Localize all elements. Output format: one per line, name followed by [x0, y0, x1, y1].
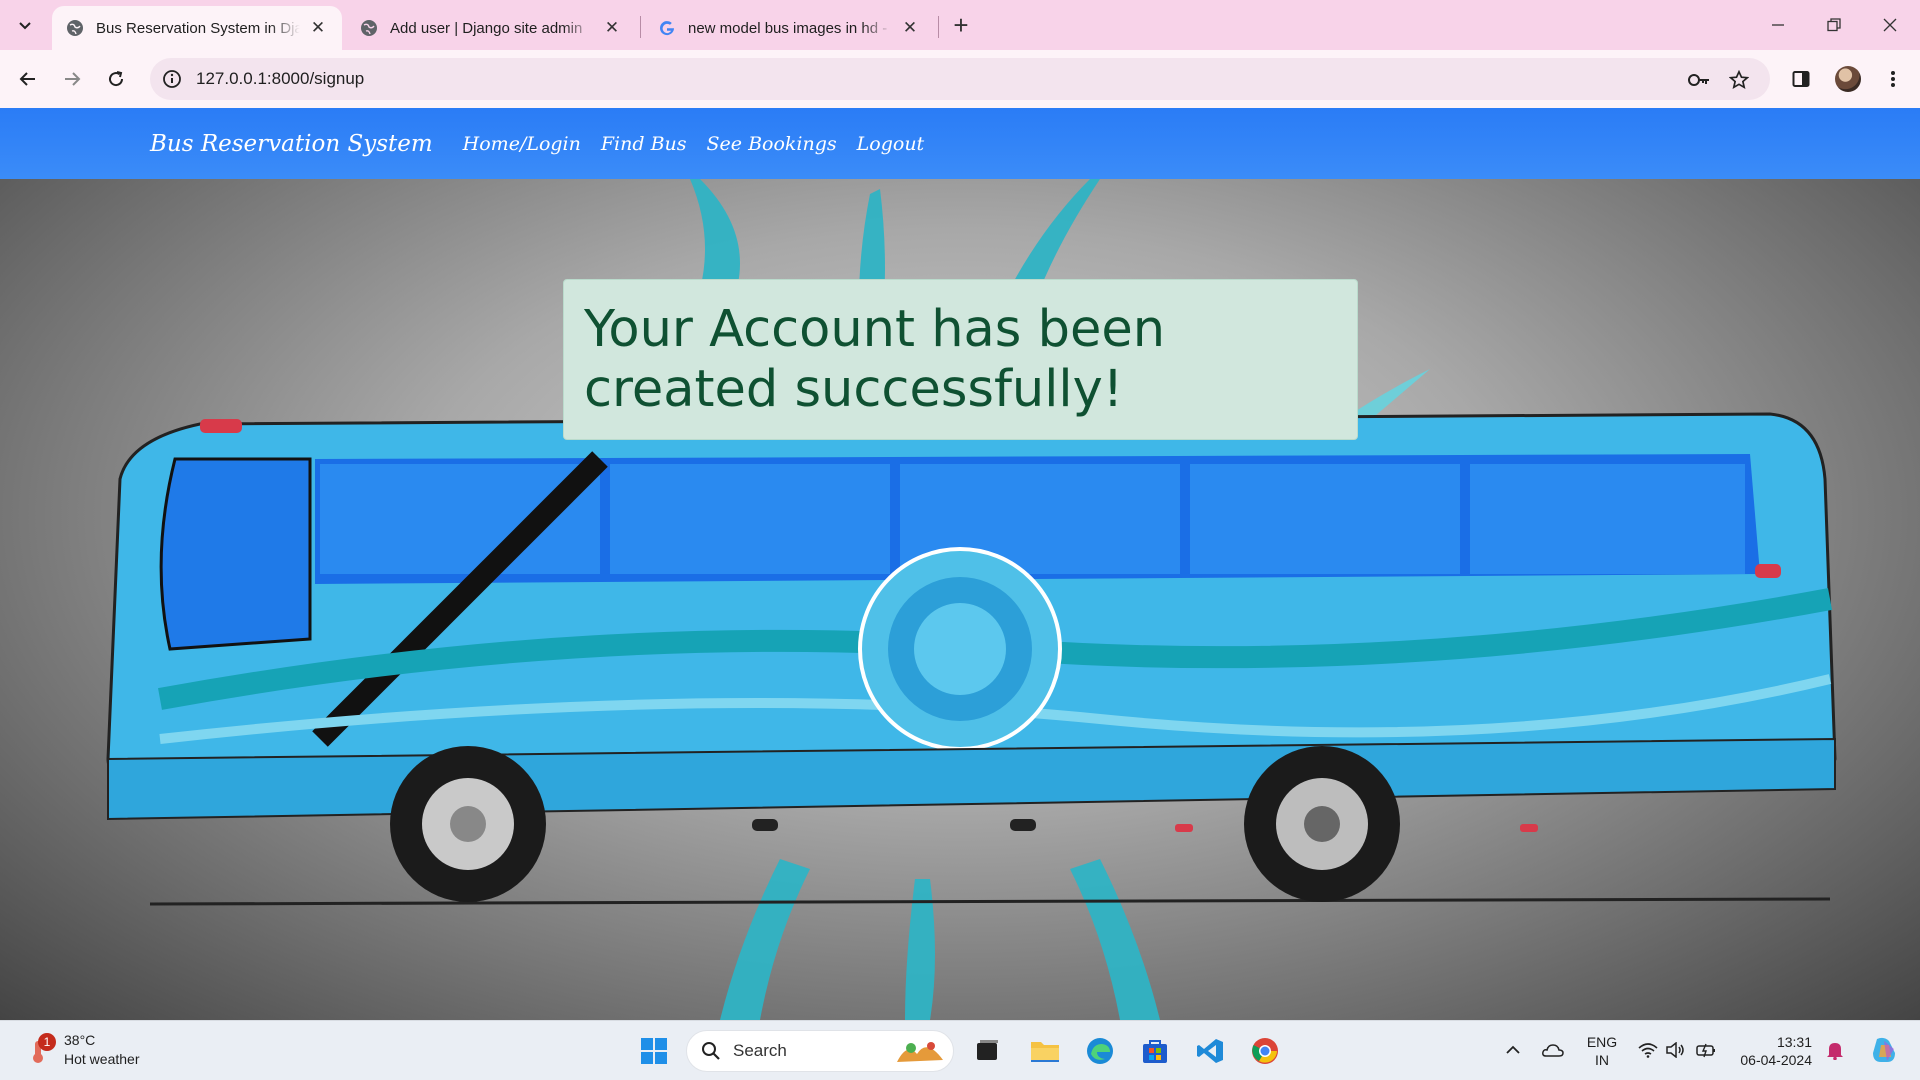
restore-button[interactable]: [1806, 0, 1862, 50]
profile-avatar[interactable]: [1835, 66, 1861, 92]
edge-browser-icon[interactable]: [1082, 1033, 1118, 1069]
tab-separator: [938, 16, 939, 38]
copilot-icon[interactable]: [1868, 1034, 1900, 1066]
vscode-icon[interactable]: [1192, 1033, 1228, 1069]
success-alert: Your Account has been created successful…: [563, 279, 1358, 440]
chevron-down-icon: [19, 22, 31, 30]
taskbar: 1 38°C Hot weather Search ENG IN 13:31 0…: [0, 1020, 1920, 1080]
restore-icon: [1827, 18, 1841, 32]
nav-link-logout[interactable]: Logout: [857, 133, 925, 155]
google-icon: [658, 19, 676, 37]
rear-wheel: [1244, 746, 1400, 902]
search-highlight-icon: [897, 1042, 943, 1062]
side-panel-icon: [1792, 71, 1810, 87]
windows-start-icon[interactable]: [636, 1033, 672, 1069]
more-vert-icon: [1891, 71, 1895, 87]
weather-description: Hot weather: [64, 1051, 140, 1067]
side-panel-button[interactable]: [1783, 61, 1819, 97]
forward-button[interactable]: [54, 61, 90, 97]
browser-menu-button[interactable]: [1875, 61, 1911, 97]
tab-title: Add user | Django site admin: [390, 19, 583, 37]
chrome-icon[interactable]: [1247, 1033, 1283, 1069]
tab-title: Bus Reservation System in Djan: [96, 19, 300, 37]
tab-title: new model bus images in hd - G: [688, 19, 892, 37]
volume-icon[interactable]: [1664, 1039, 1686, 1061]
language-code: ENG: [1586, 1034, 1618, 1050]
tab-django-admin[interactable]: Add user | Django site admin ✕: [346, 6, 636, 50]
notification-bell-icon[interactable]: [1824, 1039, 1846, 1061]
thermometer-icon: 1: [24, 1033, 56, 1065]
close-icon[interactable]: ✕: [308, 18, 328, 38]
bookmark-star-icon[interactable]: [1726, 67, 1752, 93]
microsoft-store-icon[interactable]: [1137, 1033, 1173, 1069]
file-explorer-icon[interactable]: [1027, 1033, 1063, 1069]
browser-tabstrip: Bus Reservation System in Djan ✕ Add use…: [0, 0, 1920, 50]
password-key-icon[interactable]: [1686, 67, 1712, 93]
site-info-icon[interactable]: [162, 69, 182, 89]
arrow-left-icon: [19, 72, 35, 86]
nav-link-home-login[interactable]: Home/Login: [463, 133, 581, 155]
site-navbar: Bus Reservation System Home/Login Find B…: [0, 108, 1920, 179]
front-wheel: [390, 746, 546, 902]
close-window-button[interactable]: [1862, 0, 1918, 50]
task-view-icon[interactable]: [970, 1033, 1006, 1069]
back-button[interactable]: [10, 61, 46, 97]
browser-toolbar: 127.0.0.1:8000/signup: [0, 50, 1920, 108]
address-bar[interactable]: 127.0.0.1:8000/signup: [150, 58, 1770, 100]
battery-icon[interactable]: [1696, 1039, 1718, 1061]
clock-time: 13:31: [1776, 1034, 1812, 1050]
region-code: IN: [1595, 1052, 1609, 1068]
minimize-icon: [1772, 24, 1784, 26]
taskbar-search[interactable]: Search: [686, 1030, 954, 1072]
globe-icon: [360, 19, 378, 37]
tab-separator: [640, 16, 641, 38]
arrow-right-icon: [65, 72, 81, 86]
clock-date: 06-04-2024: [1740, 1052, 1812, 1068]
weather-alert-badge: 1: [38, 1033, 56, 1051]
search-label: Search: [733, 1041, 787, 1060]
hero-background-image: Your Account has been created successful…: [0, 179, 1920, 1020]
minimize-button[interactable]: [1750, 0, 1806, 50]
close-icon[interactable]: ✕: [900, 18, 920, 38]
globe-icon: [66, 19, 84, 37]
close-icon[interactable]: ✕: [602, 18, 622, 38]
reload-button[interactable]: [98, 61, 134, 97]
clock[interactable]: 13:31 06-04-2024: [1728, 1033, 1812, 1069]
url-text[interactable]: 127.0.0.1:8000/signup: [196, 69, 364, 89]
tab-bus-reservation[interactable]: Bus Reservation System in Djan ✕: [52, 6, 342, 50]
tab-search-button[interactable]: [8, 9, 42, 41]
wifi-icon[interactable]: [1637, 1039, 1659, 1061]
nav-link-find-bus[interactable]: Find Bus: [601, 133, 687, 155]
reload-icon: [109, 71, 124, 87]
search-icon: [702, 1042, 720, 1060]
chevron-up-icon[interactable]: [1502, 1039, 1524, 1061]
tab-google-images[interactable]: new model bus images in hd - G ✕: [644, 6, 934, 50]
language-indicator[interactable]: ENG IN: [1582, 1033, 1622, 1069]
new-tab-button[interactable]: +: [946, 10, 976, 40]
close-icon: [1883, 18, 1897, 32]
weather-widget[interactable]: 1 38°C Hot weather: [24, 1031, 139, 1069]
navbar-brand[interactable]: Bus Reservation System: [150, 131, 433, 157]
onedrive-icon[interactable]: [1542, 1039, 1564, 1061]
weather-temperature: 38°C: [64, 1032, 96, 1048]
nav-link-see-bookings[interactable]: See Bookings: [707, 133, 837, 155]
